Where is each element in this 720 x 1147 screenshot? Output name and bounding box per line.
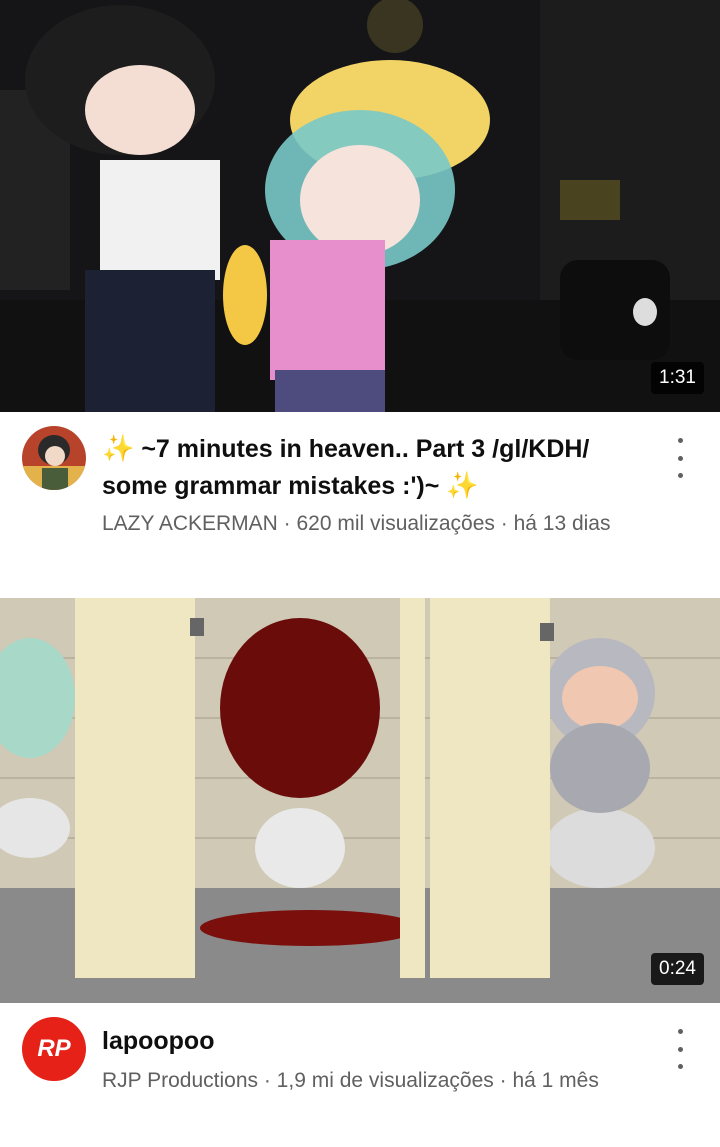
- more-options-icon[interactable]: [670, 1029, 690, 1069]
- channel-avatar[interactable]: RP: [22, 1017, 86, 1081]
- channel-avatar[interactable]: [22, 426, 86, 490]
- video-title-text: ~7 minutes in heaven.. Part 3 /gl/KDH/ s…: [102, 435, 590, 500]
- more-options-icon[interactable]: [670, 438, 690, 478]
- video-meta-1[interactable]: ✨ ~7 minutes in heaven.. Part 3 /gl/KDH/…: [0, 412, 720, 598]
- video-metadata: LAZY ACKERMAN · 620 mil visualizações · …: [102, 512, 611, 535]
- channel-avatar-icon: [22, 426, 86, 490]
- channel-logo-text: RP: [37, 1035, 71, 1062]
- sparkles-icon: ✨: [102, 433, 135, 463]
- thumbnail-image-anime-scene: [0, 0, 720, 412]
- sparkles-icon: ✨: [446, 470, 479, 500]
- thumbnail-image-restroom-stalls: [0, 598, 720, 1003]
- video-thumbnail-1[interactable]: 1:31: [0, 0, 720, 412]
- video-duration-badge: 0:24: [651, 953, 704, 985]
- video-meta-2[interactable]: RP lapoopoo RJP Productions · 1,9 mi de …: [0, 1003, 720, 1147]
- video-title[interactable]: lapoopoo: [102, 1023, 642, 1059]
- video-duration-badge: 1:31: [651, 362, 704, 394]
- video-thumbnail-2[interactable]: 0:24: [0, 598, 720, 1003]
- video-metadata: RJP Productions · 1,9 mi de visualizaçõe…: [102, 1069, 599, 1092]
- video-title[interactable]: ✨ ~7 minutes in heaven.. Part 3 /gl/KDH/…: [102, 430, 642, 504]
